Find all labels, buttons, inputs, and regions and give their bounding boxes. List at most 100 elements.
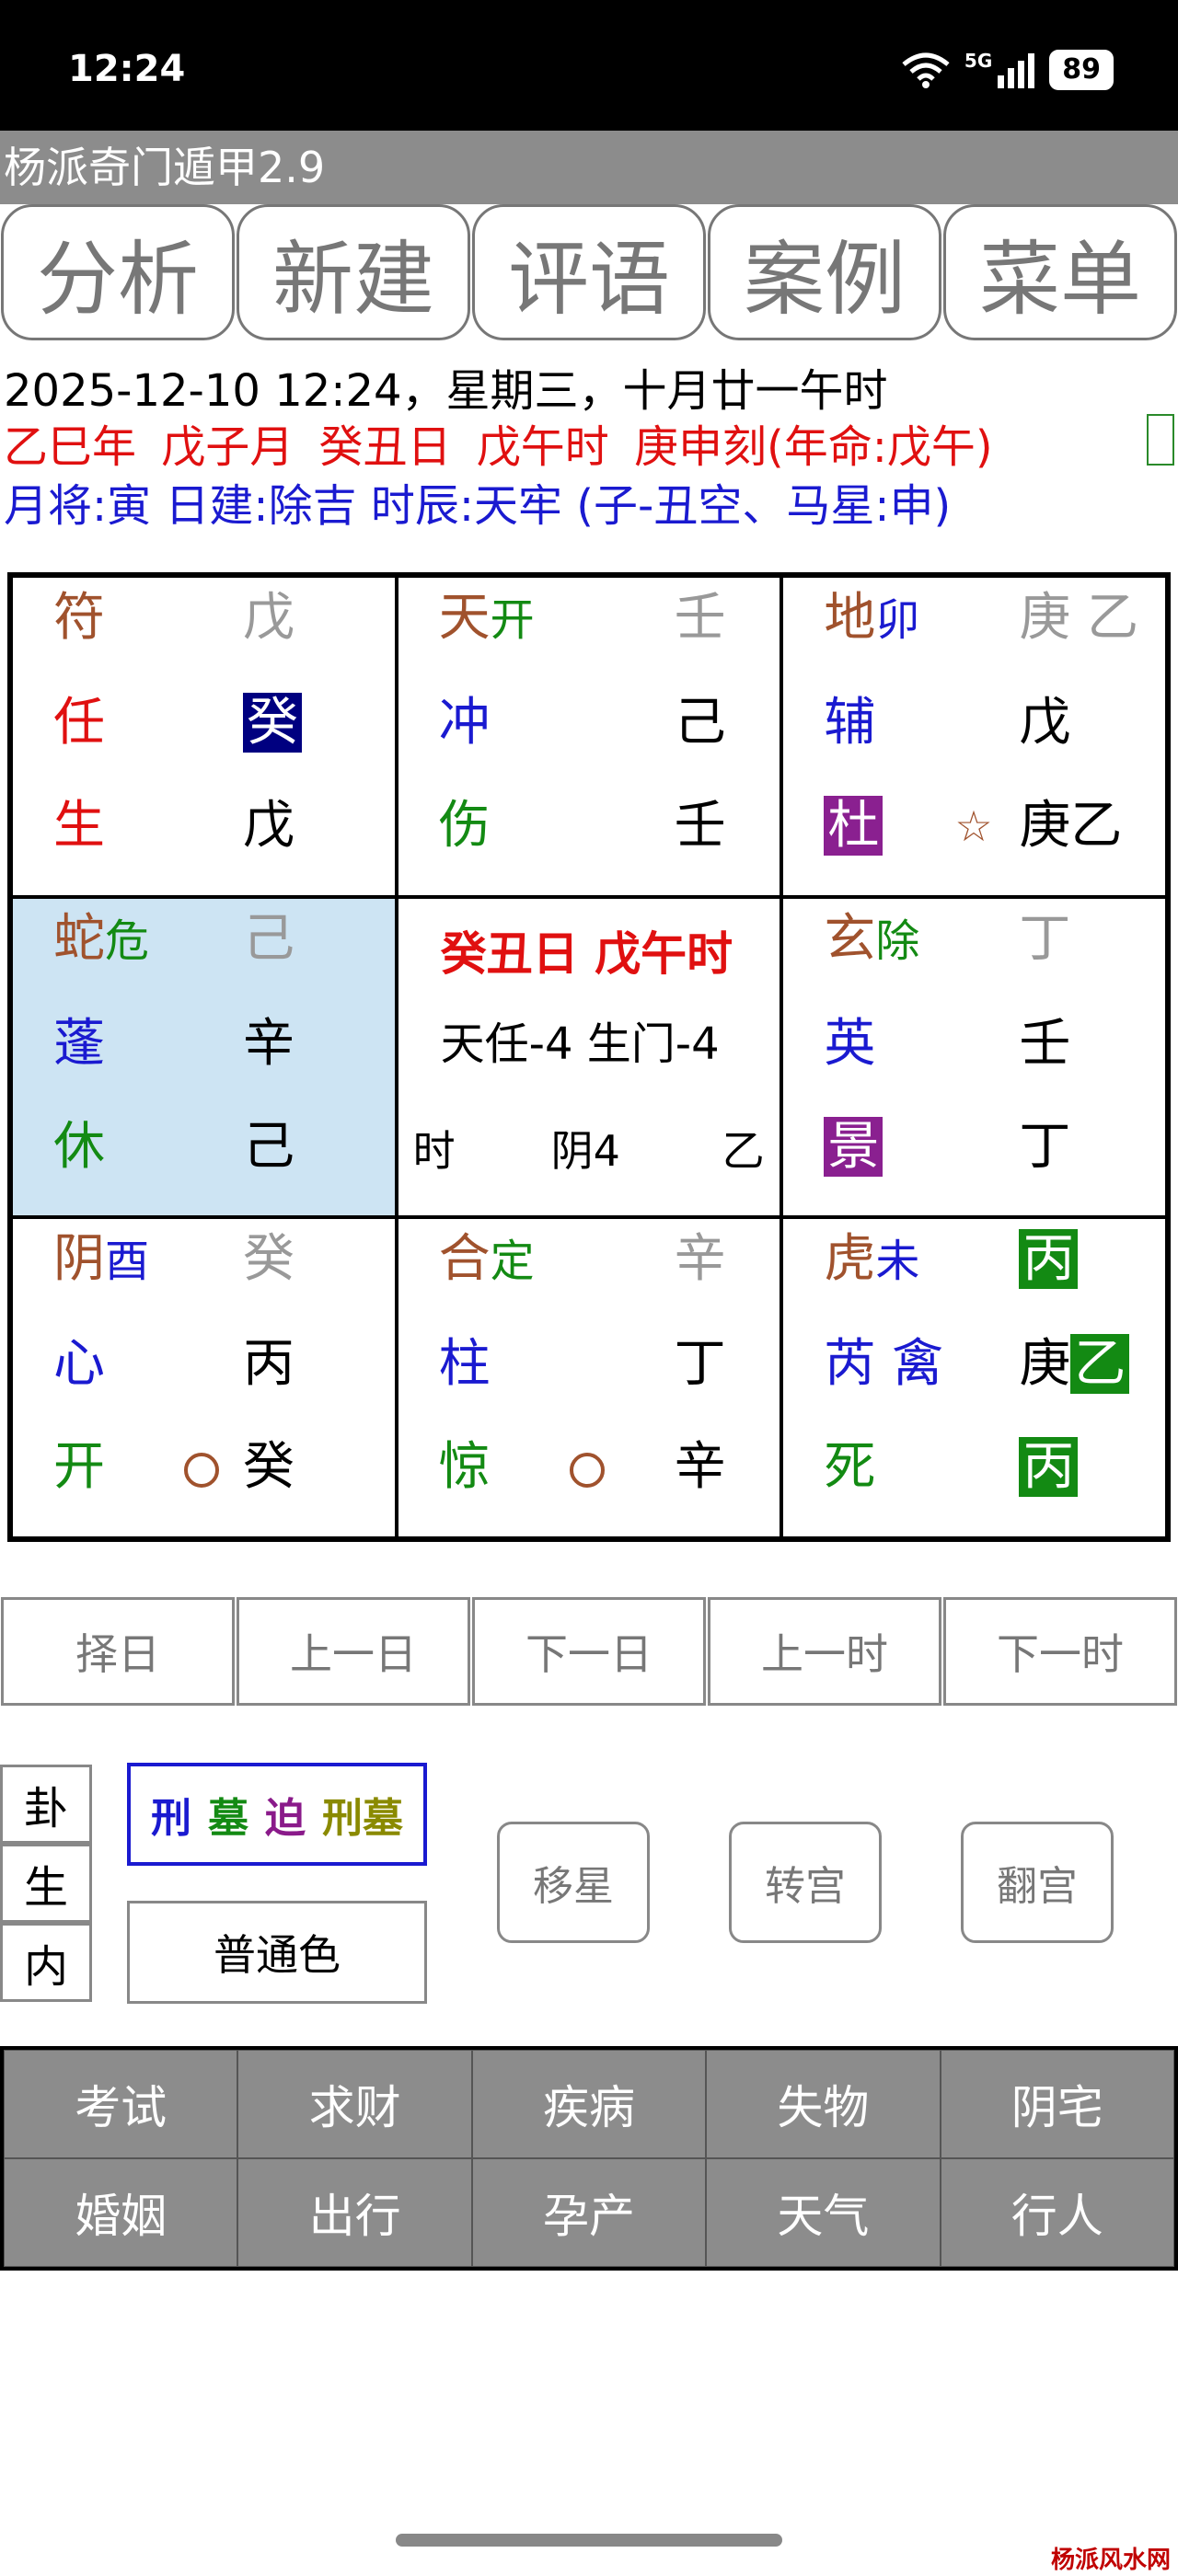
door-label: 惊 bbox=[438, 1437, 491, 1498]
category-weather[interactable]: 天气 bbox=[706, 2158, 941, 2267]
door-highlight: 杜 bbox=[824, 796, 884, 856]
legend-mu: 墓 bbox=[208, 1795, 248, 1842]
void-circle-icon bbox=[569, 1453, 605, 1489]
palace-cell[interactable]: 阴酉 癸 心 丙 开 癸 bbox=[11, 1217, 397, 1538]
app-title-bar: 杨派奇门遁甲2.9 bbox=[0, 131, 1178, 204]
god-label: 天 bbox=[438, 588, 491, 648]
earth-stem: 辛 bbox=[674, 1437, 726, 1498]
status-icons: 5G 89 bbox=[900, 50, 1114, 90]
god-tag: 酉 bbox=[105, 1236, 150, 1288]
ganzhi-line: 乙巳年 戊子月 癸丑日 戊午时 庚申刻(年命:戊午) bbox=[4, 421, 993, 473]
month-general-line: 月将:寅 日建:除吉 时辰:天牢 (子-丑空、马星:申) bbox=[4, 480, 952, 532]
palace-cell[interactable]: 虎未 丙 芮 禽 庚乙 死 丙 bbox=[781, 1217, 1167, 1538]
door-label: 生 bbox=[53, 796, 105, 856]
choose-date-button[interactable]: 择日 bbox=[1, 1597, 235, 1706]
god-label: 阴 bbox=[53, 1229, 105, 1290]
middle-stem: 丁 bbox=[674, 1334, 726, 1395]
category-lost-item[interactable]: 失物 bbox=[706, 2050, 941, 2158]
star-label: 冲 bbox=[438, 693, 491, 753]
comment-button[interactable]: 评语 bbox=[472, 204, 706, 340]
earth-stem: 丁 bbox=[1019, 1116, 1071, 1177]
god-tag: 危 bbox=[105, 914, 150, 967]
category-pregnancy[interactable]: 孕产 bbox=[471, 2158, 707, 2267]
datetime-line: 2025-12-10 12:24，星期三，十月廿一午时 bbox=[4, 365, 888, 417]
rotate-palace-button[interactable]: 转宫 bbox=[729, 1822, 882, 1943]
god-tag: 卯 bbox=[875, 594, 920, 646]
heaven-stem: 己 bbox=[243, 908, 294, 969]
legend-po: 迫 bbox=[265, 1795, 306, 1842]
god-tag: 未 bbox=[875, 1236, 920, 1288]
center-mid-label: 阴4 bbox=[550, 1125, 620, 1176]
god-label: 合 bbox=[438, 1229, 491, 1290]
cases-button[interactable]: 案例 bbox=[708, 204, 941, 340]
analyze-button[interactable]: 分析 bbox=[1, 204, 235, 340]
earth-stem: 庚 bbox=[1019, 796, 1071, 856]
palace-cell[interactable]: 合定 辛 柱 丁 惊 辛 bbox=[396, 1217, 782, 1538]
god-label: 玄 bbox=[824, 908, 876, 969]
status-bar: 12:24 5G 89 bbox=[0, 0, 1178, 131]
stem-highlight: 丙 bbox=[1019, 1437, 1079, 1498]
god-label: 符 bbox=[53, 588, 105, 648]
palace-cell-selected[interactable]: 蛇危 己 蓬 辛 休 己 bbox=[11, 896, 397, 1218]
category-marriage[interactable]: 婚姻 bbox=[4, 2158, 238, 2267]
heaven-stem-secondary: 乙 bbox=[1087, 588, 1139, 648]
prev-day-button[interactable]: 上一日 bbox=[237, 1597, 470, 1706]
heaven-stem: 壬 bbox=[674, 588, 726, 648]
top-nav: 分析 新建 评语 案例 菜单 bbox=[0, 204, 1178, 340]
menu-button[interactable]: 菜单 bbox=[943, 204, 1177, 340]
heaven-stem: 丁 bbox=[1019, 908, 1071, 969]
battery-icon: 89 bbox=[1049, 50, 1114, 90]
time-nav: 择日 上一日 下一日 上一时 下一时 bbox=[0, 1597, 1178, 1706]
earth-stem: 己 bbox=[243, 1116, 294, 1177]
earth-stem: 癸 bbox=[243, 1437, 294, 1498]
palace-cell[interactable]: 玄除 丁 英 壬 景 丁 bbox=[781, 896, 1167, 1218]
center-palace[interactable]: 癸丑日 戊午时 天任-4 生门-4 时 阴4 乙 bbox=[396, 896, 782, 1218]
star-label: 柱 bbox=[438, 1334, 491, 1395]
star-label: 辅 bbox=[824, 693, 876, 753]
heaven-stem: 辛 bbox=[674, 1229, 726, 1290]
middle-stem: 戊 bbox=[1019, 693, 1071, 753]
category-grid: 考试 求财 疾病 失物 阴宅 婚姻 出行 孕产 天气 行人 bbox=[0, 2046, 1178, 2271]
star-label: 蓬 bbox=[53, 1013, 105, 1074]
door-label: 开 bbox=[53, 1437, 105, 1498]
god-tag: 开 bbox=[490, 594, 535, 646]
middle-stem: 辛 bbox=[243, 1013, 294, 1074]
next-hour-button[interactable]: 下一时 bbox=[943, 1597, 1177, 1706]
god-tag: 除 bbox=[875, 914, 920, 967]
category-travel[interactable]: 出行 bbox=[237, 2158, 472, 2267]
category-exam[interactable]: 考试 bbox=[4, 2050, 238, 2158]
home-indicator[interactable] bbox=[396, 2534, 782, 2547]
side-tab-sheng[interactable]: 生 bbox=[0, 1844, 92, 1923]
side-tab-gua[interactable]: 卦 bbox=[0, 1765, 92, 1844]
palace-cell[interactable]: 地卯 庚 乙 辅 戊 杜 ☆ 庚乙 bbox=[781, 576, 1167, 897]
heaven-stem: 癸 bbox=[243, 1229, 294, 1290]
middle-stem: 庚 bbox=[1019, 1334, 1071, 1395]
prev-hour-button[interactable]: 上一时 bbox=[708, 1597, 941, 1706]
new-button[interactable]: 新建 bbox=[237, 204, 470, 340]
middle-stem: 丙 bbox=[243, 1334, 294, 1395]
category-grave[interactable]: 阴宅 bbox=[940, 2050, 1174, 2158]
wifi-icon bbox=[902, 52, 950, 88]
legend-xing: 刑 bbox=[151, 1795, 191, 1842]
god-label: 蛇 bbox=[53, 908, 105, 969]
watermark: 杨派风水网 bbox=[1050, 2547, 1171, 2574]
palace-cell[interactable]: 符 戊 任 癸 生 戊 bbox=[11, 576, 397, 897]
door-highlight: 景 bbox=[824, 1116, 884, 1177]
next-day-button[interactable]: 下一日 bbox=[472, 1597, 706, 1706]
category-traveler[interactable]: 行人 bbox=[940, 2158, 1174, 2267]
flip-palace-button[interactable]: 翻宫 bbox=[961, 1822, 1114, 1943]
move-star-button[interactable]: 移星 bbox=[497, 1822, 650, 1943]
status-time: 12:24 bbox=[68, 48, 186, 90]
earth-stem: 壬 bbox=[674, 796, 726, 856]
category-wealth[interactable]: 求财 bbox=[237, 2050, 472, 2158]
middle-stem: 己 bbox=[674, 693, 726, 753]
category-illness[interactable]: 疾病 bbox=[471, 2050, 707, 2158]
color-mode-button[interactable]: 普通色 bbox=[127, 1901, 427, 2004]
side-tab-nei[interactable]: 内 bbox=[0, 1923, 92, 2002]
palace-cell[interactable]: 天开 壬 冲 己 伤 壬 bbox=[396, 576, 782, 897]
stem-highlight: 丙 bbox=[1019, 1229, 1079, 1290]
door-label: 休 bbox=[53, 1116, 105, 1177]
heaven-stem: 戊 bbox=[243, 588, 294, 648]
star-label: 心 bbox=[53, 1334, 105, 1395]
door-label: 伤 bbox=[438, 796, 491, 856]
